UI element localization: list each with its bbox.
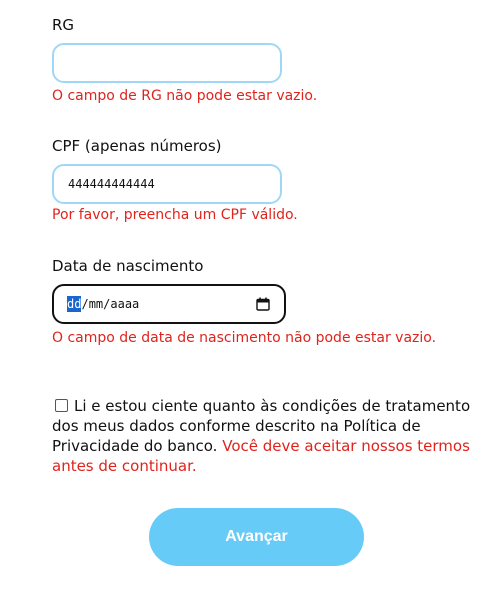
birth-date-input[interactable]: dd/mm/aaaa bbox=[52, 284, 286, 324]
cpf-input[interactable]: 444444444444 bbox=[52, 164, 282, 204]
date-year-segment[interactable]: aaaa bbox=[110, 297, 139, 311]
rg-input[interactable] bbox=[52, 43, 282, 83]
cpf-input-value: 444444444444 bbox=[68, 177, 155, 191]
consent-checkbox[interactable] bbox=[55, 399, 68, 412]
calendar-icon[interactable] bbox=[256, 297, 270, 311]
date-day-segment[interactable]: dd bbox=[67, 296, 82, 312]
submit-button[interactable]: Avançar bbox=[149, 508, 364, 566]
submit-button-label: Avançar bbox=[225, 528, 288, 545]
birth-error: O campo de data de nascimento não pode e… bbox=[52, 330, 437, 346]
consent-block: Li e estou ciente quanto às condições de… bbox=[52, 396, 472, 476]
date-separator: / bbox=[81, 297, 89, 311]
cpf-error: Por favor, preencha um CPF válido. bbox=[52, 207, 298, 223]
rg-label: RG bbox=[52, 16, 75, 34]
cpf-label: CPF (apenas números) bbox=[52, 137, 222, 155]
date-segments: dd/mm/aaaa bbox=[67, 296, 139, 312]
date-month-segment[interactable]: mm bbox=[89, 297, 103, 311]
birth-label: Data de nascimento bbox=[52, 257, 204, 275]
rg-error: O campo de RG não pode estar vazio. bbox=[52, 88, 318, 104]
